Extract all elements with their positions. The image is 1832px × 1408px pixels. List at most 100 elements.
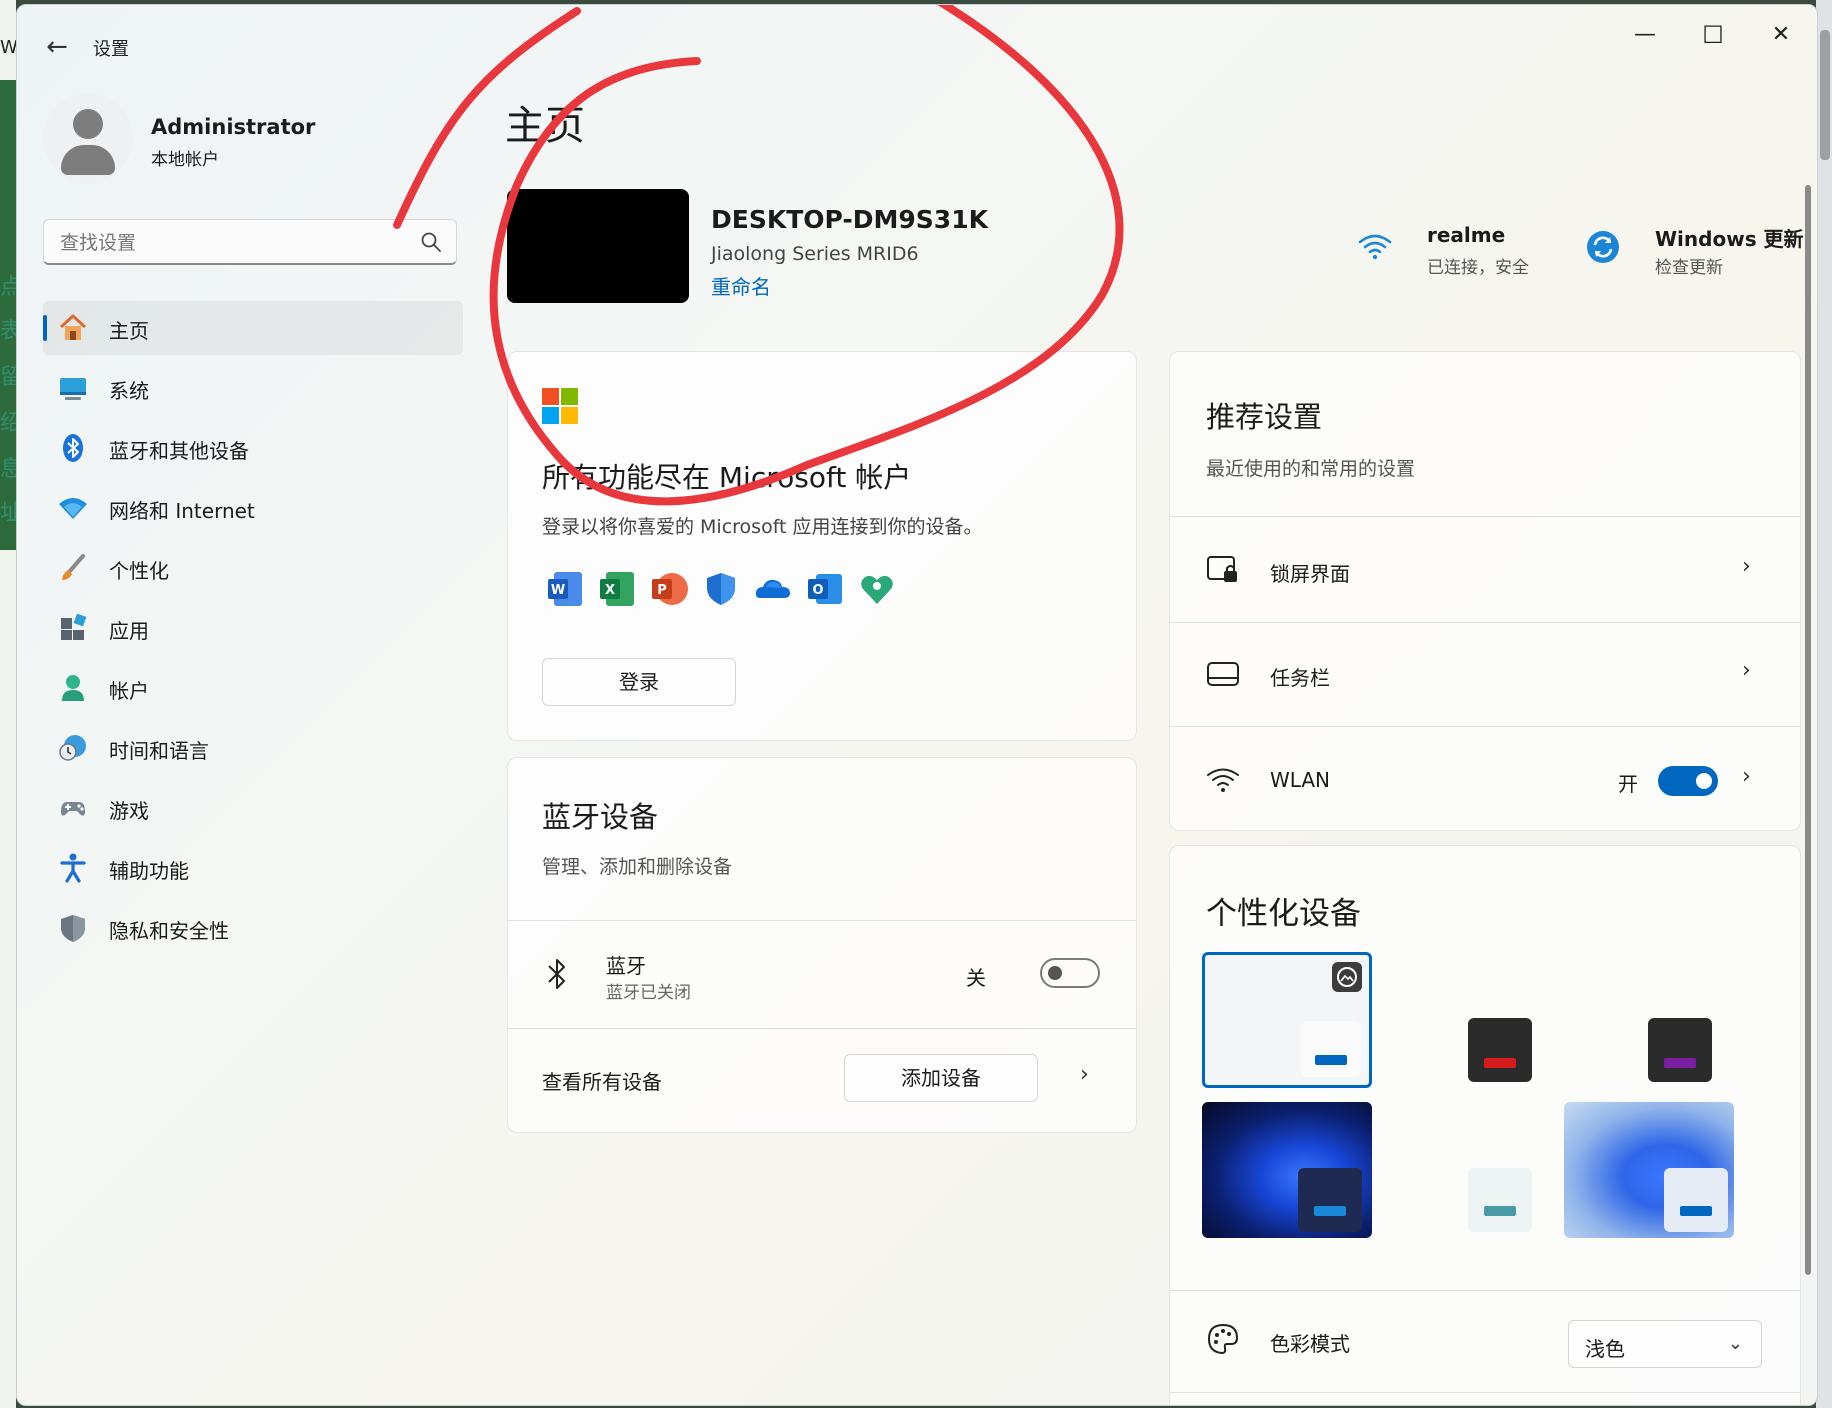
see-all-devices-link[interactable]: 查看所有设备	[542, 1066, 662, 1095]
outlook-icon: O	[808, 574, 842, 604]
bluetooth-name: 蓝牙	[606, 954, 646, 978]
shield-icon	[61, 915, 85, 942]
divider	[508, 1028, 1136, 1029]
chevron-right-icon[interactable]: ›	[1080, 1062, 1089, 1087]
color-mode-label: 色彩模式	[1270, 1332, 1350, 1356]
lock-screen-row[interactable]: 锁屏界面 ›	[1170, 518, 1800, 622]
windows-update-icon	[1587, 231, 1619, 263]
excel-icon: X	[600, 572, 634, 606]
app-title: 设置	[93, 39, 129, 60]
wifi-icon	[1207, 768, 1239, 792]
defender-icon	[707, 573, 735, 605]
brush-icon	[62, 554, 85, 580]
theme-light[interactable]	[1202, 952, 1372, 1088]
back-button[interactable]: ←	[37, 27, 77, 67]
apps-icon	[61, 613, 87, 640]
bluetooth-toggle-label: 关	[966, 966, 986, 990]
device-model: Jiaolong Series MRID6	[711, 243, 919, 265]
sidebar-item-gaming[interactable]: 游戏	[43, 781, 463, 835]
chevron-right-icon[interactable]: ›	[1742, 658, 1751, 683]
sidebar-item-system[interactable]: 系统	[43, 361, 463, 415]
windows-update-title: Windows 更新	[1655, 227, 1804, 251]
bluetooth-card-description: 管理、添加和删除设备	[542, 856, 733, 878]
divider	[1170, 726, 1800, 727]
sidebar-item-label: 应用	[109, 619, 149, 643]
chevron-right-icon[interactable]: ›	[1742, 764, 1751, 789]
sidebar-item-bluetooth[interactable]: 蓝牙和其他设备	[43, 421, 463, 475]
theme-bloom-dark[interactable]	[1202, 1102, 1372, 1238]
sidebar-item-accessibility[interactable]: 辅助功能	[43, 841, 463, 895]
ms-account-title: 所有功能尽在 Microsoft 帐户	[542, 461, 912, 494]
profile-name: Administrator	[151, 115, 316, 139]
svg-text:P: P	[657, 583, 667, 598]
wlan-toggle-label: 开	[1618, 772, 1638, 796]
recommended-description: 最近使用的和常用的设置	[1206, 458, 1416, 480]
system-icon	[60, 378, 86, 400]
sign-in-button[interactable]: 登录	[542, 658, 736, 706]
selected-theme-icon	[1332, 962, 1362, 992]
svg-text:X: X	[605, 583, 615, 598]
personalize-title: 个性化设备	[1206, 896, 1361, 932]
wlan-toggle[interactable]	[1658, 766, 1718, 796]
home-icon	[59, 314, 87, 340]
minimize-button[interactable]: —	[1611, 13, 1679, 57]
maximize-button[interactable]: ☐	[1679, 13, 1747, 57]
wlan-row[interactable]: WLAN 开 ›	[1170, 728, 1800, 832]
sidebar-item-label: 隐私和安全性	[109, 919, 229, 943]
desktop-background-left: W. 点 表 留 绍 息 址	[0, 0, 22, 1408]
device-name: DESKTOP-DM9S31K	[711, 205, 988, 234]
sidebar-item-privacy[interactable]: 隐私和安全性	[43, 901, 463, 955]
palette-icon	[1207, 1323, 1239, 1355]
sidebar-item-accounts[interactable]: 帐户	[43, 661, 463, 715]
sidebar-item-personalization[interactable]: 个性化	[43, 541, 463, 595]
bluetooth-card-title: 蓝牙设备	[542, 800, 659, 834]
divider	[1170, 1290, 1800, 1291]
bluetooth-icon	[548, 959, 565, 989]
divider	[1170, 1392, 1800, 1393]
close-button[interactable]: ✕	[1747, 13, 1815, 57]
ms-account-description: 登录以将你喜爱的 Microsoft 应用连接到你的设备。	[542, 516, 983, 538]
sidebar-item-time-language[interactable]: 时间和语言	[43, 721, 463, 775]
theme-glow[interactable]	[1384, 1102, 1554, 1238]
page-title: 主页	[505, 103, 585, 149]
search-icon[interactable]	[420, 231, 442, 253]
add-device-button[interactable]: 添加设备	[844, 1054, 1038, 1102]
recommended-title: 推荐设置	[1206, 400, 1323, 434]
search-box[interactable]	[43, 219, 457, 265]
sidebar-item-label: 蓝牙和其他设备	[109, 439, 249, 463]
sidebar-item-label: 游戏	[109, 799, 149, 823]
sidebar-item-label: 主页	[109, 319, 149, 343]
sidebar-item-home[interactable]: 主页	[43, 301, 463, 355]
lock-screen-icon	[1207, 556, 1237, 582]
rename-link[interactable]: 重命名	[711, 271, 771, 300]
windows-update-subtitle: 检查更新	[1655, 258, 1723, 278]
taskbar-label: 任务栏	[1270, 666, 1330, 690]
sidebar-item-apps[interactable]: 应用	[43, 601, 463, 655]
chevron-right-icon[interactable]: ›	[1742, 554, 1751, 579]
account-icon	[62, 675, 84, 701]
color-mode-value: 浅色	[1585, 1337, 1625, 1361]
avatar	[43, 93, 133, 183]
personalize-card: 个性化设备 色彩模式 浅色 ⌄	[1169, 845, 1801, 1405]
theme-dark-red[interactable]	[1384, 952, 1554, 1088]
wifi-icon	[1358, 234, 1392, 260]
recommended-settings-card: 推荐设置 最近使用的和常用的设置 锁屏界面 › 任务栏 › WLAN 开 ›	[1169, 351, 1801, 831]
bluetooth-toggle[interactable]	[1040, 958, 1100, 988]
sidebar-item-label: 网络和 Internet	[109, 499, 255, 523]
window-scrollbar[interactable]	[1805, 185, 1811, 1275]
color-mode-select[interactable]: 浅色 ⌄	[1568, 1320, 1762, 1368]
bluetooth-devices-card: 蓝牙设备 管理、添加和删除设备 蓝牙 蓝牙已关闭 关 查看所有设备 添加设备 ›	[507, 757, 1137, 1133]
accessibility-icon	[60, 853, 86, 883]
taskbar-row[interactable]: 任务栏 ›	[1170, 622, 1800, 726]
chevron-down-icon: ⌄	[1727, 1333, 1743, 1354]
sidebar-item-network[interactable]: 网络和 Internet	[43, 481, 463, 535]
device-image	[507, 189, 689, 303]
wifi-network-name: realme	[1427, 223, 1506, 247]
theme-dark-purple[interactable]	[1564, 952, 1734, 1088]
profile-account-type: 本地帐户	[151, 150, 219, 170]
theme-bloom-light[interactable]	[1564, 1102, 1734, 1238]
search-input[interactable]	[58, 228, 402, 258]
sidebar-item-label: 个性化	[109, 559, 169, 583]
sidebar-nav: 主页 系统 蓝牙和其他设备 网络和 Internet 个性化 应用 帐户 时间和…	[43, 301, 463, 961]
taskbar-icon	[1207, 662, 1239, 686]
